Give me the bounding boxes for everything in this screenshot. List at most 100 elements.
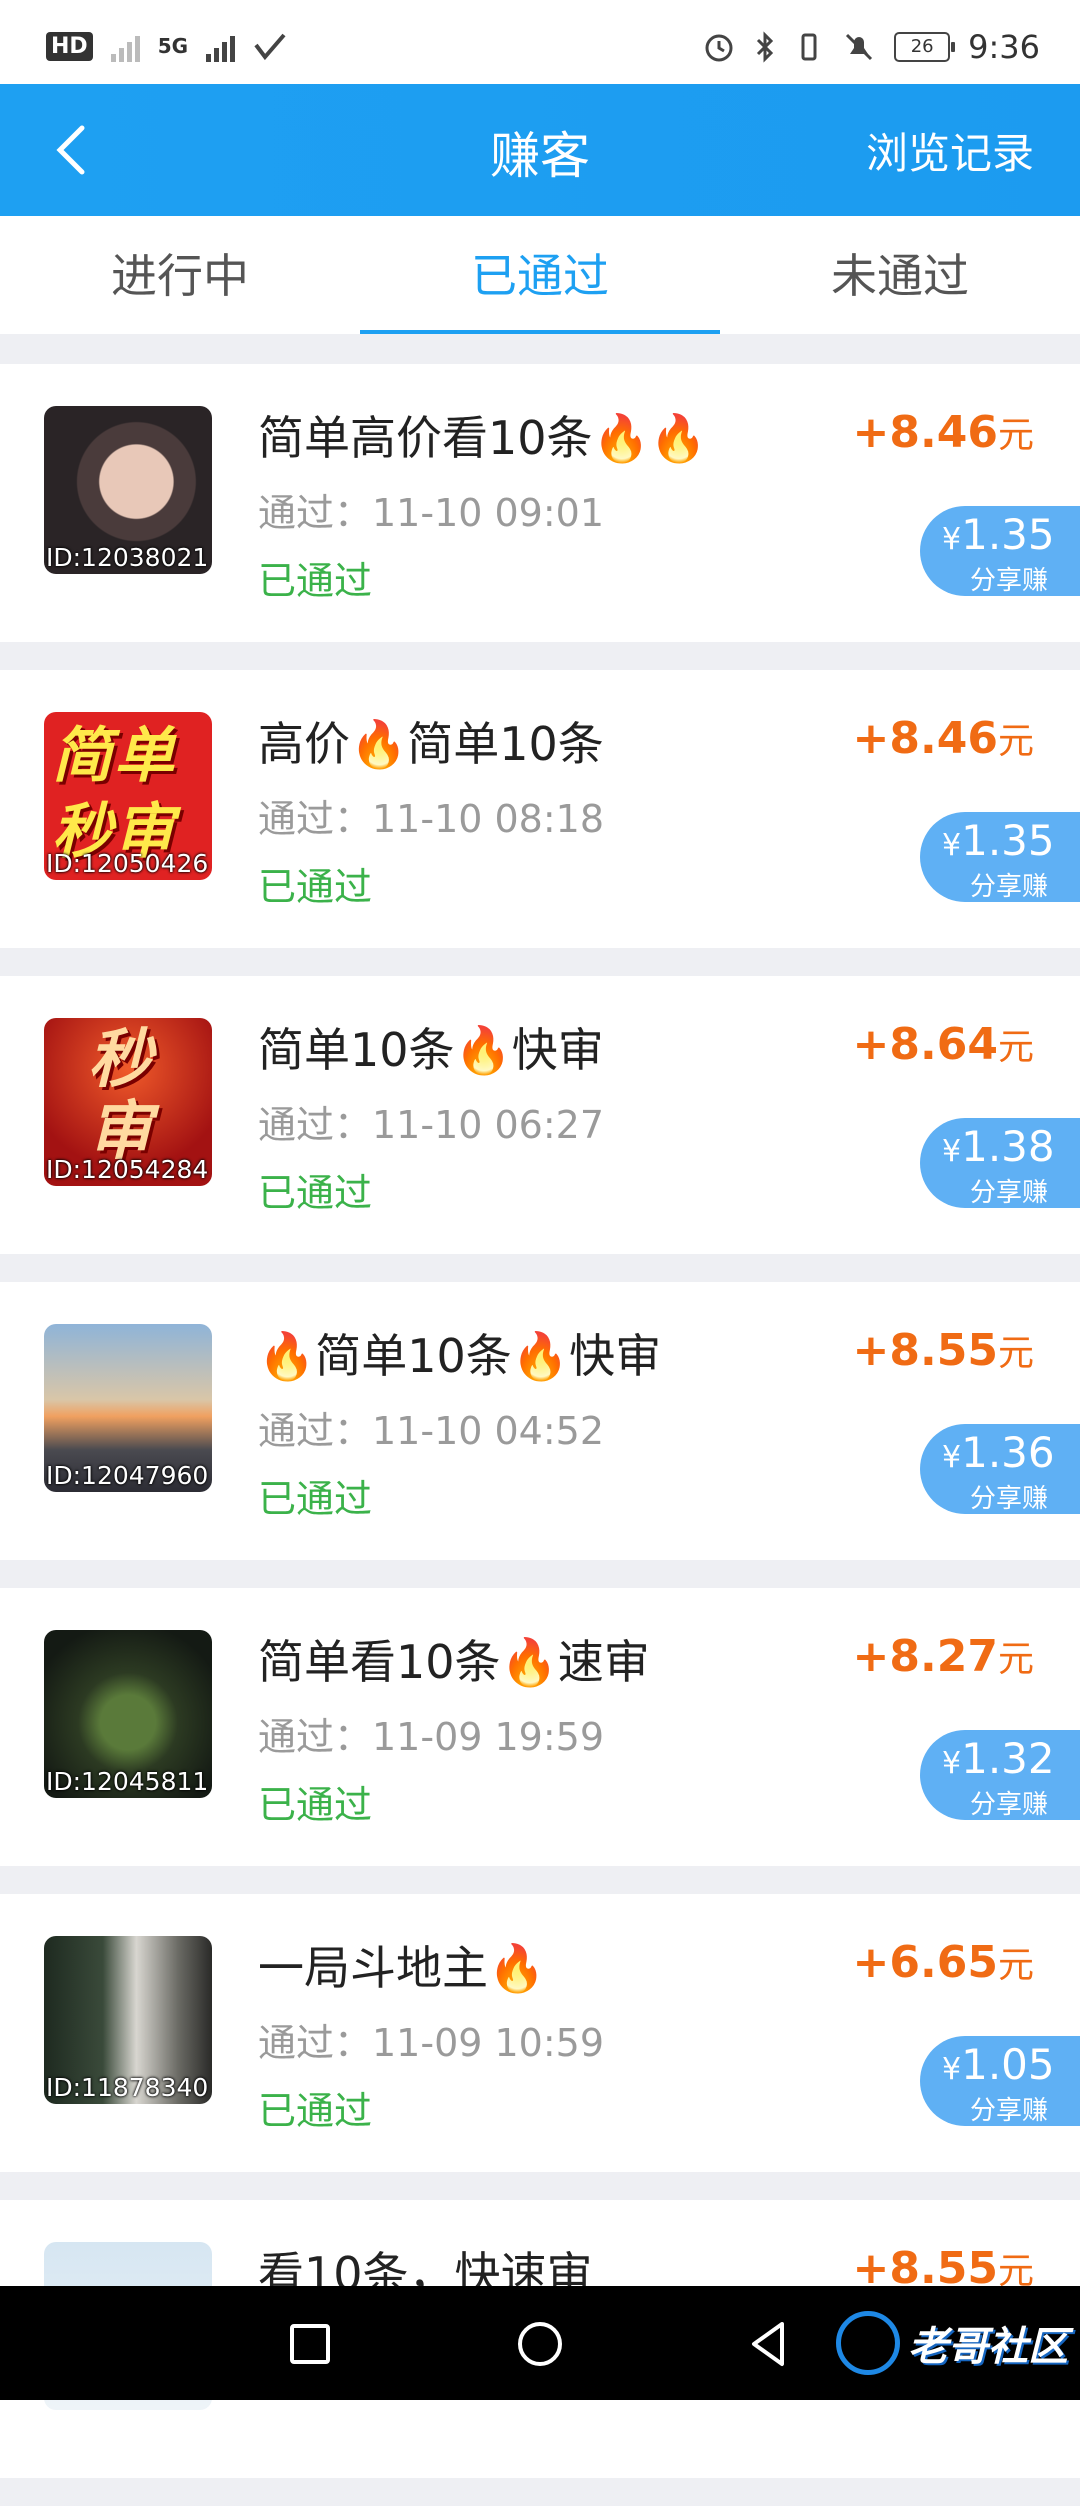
status-text: 已通过 — [258, 2089, 373, 2133]
status-text: 已通过 — [258, 865, 373, 909]
share-earn-button[interactable]: ¥1.35 分享赚 — [920, 812, 1080, 902]
fire-icon: 🔥🔥 — [592, 411, 708, 465]
yen-symbol: ¥ — [942, 1746, 962, 1781]
yen-symbol: ¥ — [942, 1134, 962, 1169]
yen-symbol: ¥ — [942, 1440, 962, 1475]
yen-symbol: ¥ — [942, 828, 962, 863]
share-amount: ¥1.35 — [942, 816, 1055, 865]
task-id: ID:11878340 — [46, 2073, 209, 2102]
pass-time: 通过：11-10 09:01 — [258, 491, 605, 535]
price-value: +8.46 — [852, 713, 998, 764]
watermark-logo: 老哥社区 — [836, 2308, 1068, 2378]
share-amount: ¥1.35 — [942, 510, 1055, 559]
task-id: ID:12050426 — [46, 849, 209, 878]
reward-price: +8.27元 — [853, 1630, 1034, 1682]
task-thumbnail: ID:12038021 — [44, 406, 212, 574]
share-label: 分享赚 — [970, 566, 1049, 596]
share-amount: ¥1.05 — [942, 2040, 1055, 2089]
task-title: 简单高价看10条🔥🔥 — [258, 402, 707, 468]
task-card[interactable]: 简单秒审 ID:12050426 高价🔥简单10条 通过：11-10 08:18… — [0, 670, 1080, 948]
price-value: +8.46 — [852, 407, 998, 458]
share-value: 1.35 — [961, 510, 1055, 559]
share-label: 分享赚 — [970, 2096, 1049, 2126]
share-earn-button[interactable]: ¥1.35 分享赚 — [920, 506, 1080, 596]
tab-failed[interactable]: 未通过 — [720, 216, 1080, 334]
status-text: 已通过 — [258, 1171, 373, 1215]
task-title: 简单看10条🔥速审 — [258, 1635, 650, 1689]
watermark-ring-icon — [836, 2311, 900, 2375]
thumb-overlay-text: 简单秒审 — [52, 721, 176, 867]
share-label: 分享赚 — [970, 872, 1049, 902]
pass-time: 通过：11-10 08:18 — [258, 797, 605, 841]
pass-time: 通过：11-09 19:59 — [258, 1715, 605, 1759]
status-text: 已通过 — [258, 1477, 373, 1521]
alarm-icon — [705, 34, 733, 62]
back-nav-icon[interactable] — [742, 2316, 798, 2372]
share-value: 1.35 — [961, 816, 1055, 865]
status-left: HD 5G — [46, 30, 287, 62]
recent-apps-icon[interactable] — [282, 2316, 338, 2372]
system-nav-bar: 老哥社区 — [0, 2286, 1080, 2400]
signal-icon — [110, 30, 140, 62]
share-value: 1.36 — [961, 1428, 1055, 1477]
task-id: ID:12038021 — [46, 543, 209, 572]
battery-icon: 26 — [894, 32, 956, 62]
tab-passed[interactable]: 已通过 — [360, 216, 720, 334]
share-earn-button[interactable]: ¥1.38 分享赚 — [920, 1118, 1080, 1208]
task-card[interactable]: ID:12045811 简单看10条🔥速审 通过：11-09 19:59 已通过… — [0, 1588, 1080, 1866]
status-text: 已通过 — [258, 1783, 373, 1827]
task-title: 🔥简单10条🔥快审 — [258, 1329, 662, 1383]
reward-price: +8.64元 — [853, 1018, 1034, 1070]
vibrate-icon — [801, 33, 817, 61]
task-title-text: 简单高价看10条 — [258, 411, 593, 465]
task-id: ID:12047960 — [46, 1461, 209, 1490]
task-card[interactable]: ID:11878340 一局斗地主🔥 通过：11-09 10:59 已通过 +6… — [0, 1894, 1080, 2172]
task-title: 简单10条🔥快审 — [258, 1023, 604, 1077]
price-unit: 元 — [997, 415, 1034, 456]
task-id: ID:12054284 — [46, 1155, 209, 1184]
yen-symbol: ¥ — [942, 522, 962, 557]
watermark-text: 老哥社区 — [908, 2324, 1068, 2370]
task-thumbnail: ID:11878340 — [44, 1936, 212, 2104]
home-icon[interactable] — [512, 2316, 568, 2372]
reward-price: +6.65元 — [853, 1936, 1034, 1988]
task-thumbnail: ID:12047960 — [44, 1324, 212, 1492]
task-card[interactable]: 秒审 ID:12054284 简单10条🔥快审 通过：11-10 06:27 已… — [0, 976, 1080, 1254]
wifi-off-icon — [254, 33, 286, 61]
task-thumbnail: ID:12045811 — [44, 1630, 212, 1798]
pass-time: 通过：11-10 06:27 — [258, 1103, 605, 1147]
task-card[interactable]: ID:12047960 🔥简单10条🔥快审 通过：11-10 04:52 已通过… — [0, 1282, 1080, 1560]
price-unit: 元 — [997, 1639, 1034, 1680]
reward-price: +8.55元 — [853, 1324, 1034, 1376]
share-amount: ¥1.38 — [942, 1122, 1055, 1171]
price-value: +6.65 — [852, 1937, 998, 1988]
network-badge: 5G — [157, 34, 189, 58]
tab-in-progress[interactable]: 进行中 — [0, 216, 360, 334]
status-bar: HD 5G 26 9:36 — [0, 0, 1080, 84]
task-card[interactable]: ID:12038021 简单高价看10条🔥🔥 通过：11-10 09:01 已通… — [0, 364, 1080, 642]
price-unit: 元 — [997, 1333, 1034, 1374]
share-label: 分享赚 — [970, 1484, 1049, 1514]
share-value: 1.32 — [961, 1734, 1055, 1783]
reward-price: +8.46元 — [853, 406, 1034, 458]
share-earn-button[interactable]: ¥1.36 分享赚 — [920, 1424, 1080, 1514]
task-thumbnail: 简单秒审 ID:12050426 — [44, 712, 212, 880]
app-header: 赚客 浏览记录 — [0, 84, 1080, 216]
active-tab-indicator — [360, 330, 720, 334]
price-value: +8.27 — [852, 1631, 998, 1682]
price-unit: 元 — [997, 1945, 1034, 1986]
price-value: +8.64 — [852, 1019, 998, 1070]
share-earn-button[interactable]: ¥1.05 分享赚 — [920, 2036, 1080, 2126]
task-title: 一局斗地主🔥 — [258, 1941, 546, 1995]
price-value: +8.55 — [852, 1325, 998, 1376]
share-label: 分享赚 — [970, 1790, 1049, 1820]
share-earn-button[interactable]: ¥1.32 分享赚 — [920, 1730, 1080, 1820]
browse-history-link[interactable]: 浏览记录 — [866, 120, 1034, 181]
status-right: 26 9:36 — [702, 28, 1040, 66]
task-thumbnail: 秒审 ID:12054284 — [44, 1018, 212, 1186]
reward-price: +8.46元 — [853, 712, 1034, 764]
price-unit: 元 — [997, 721, 1034, 762]
pass-time: 通过：11-09 10:59 — [258, 2021, 605, 2065]
task-title: 高价🔥简单10条 — [258, 717, 604, 771]
share-amount: ¥1.32 — [942, 1734, 1055, 1783]
